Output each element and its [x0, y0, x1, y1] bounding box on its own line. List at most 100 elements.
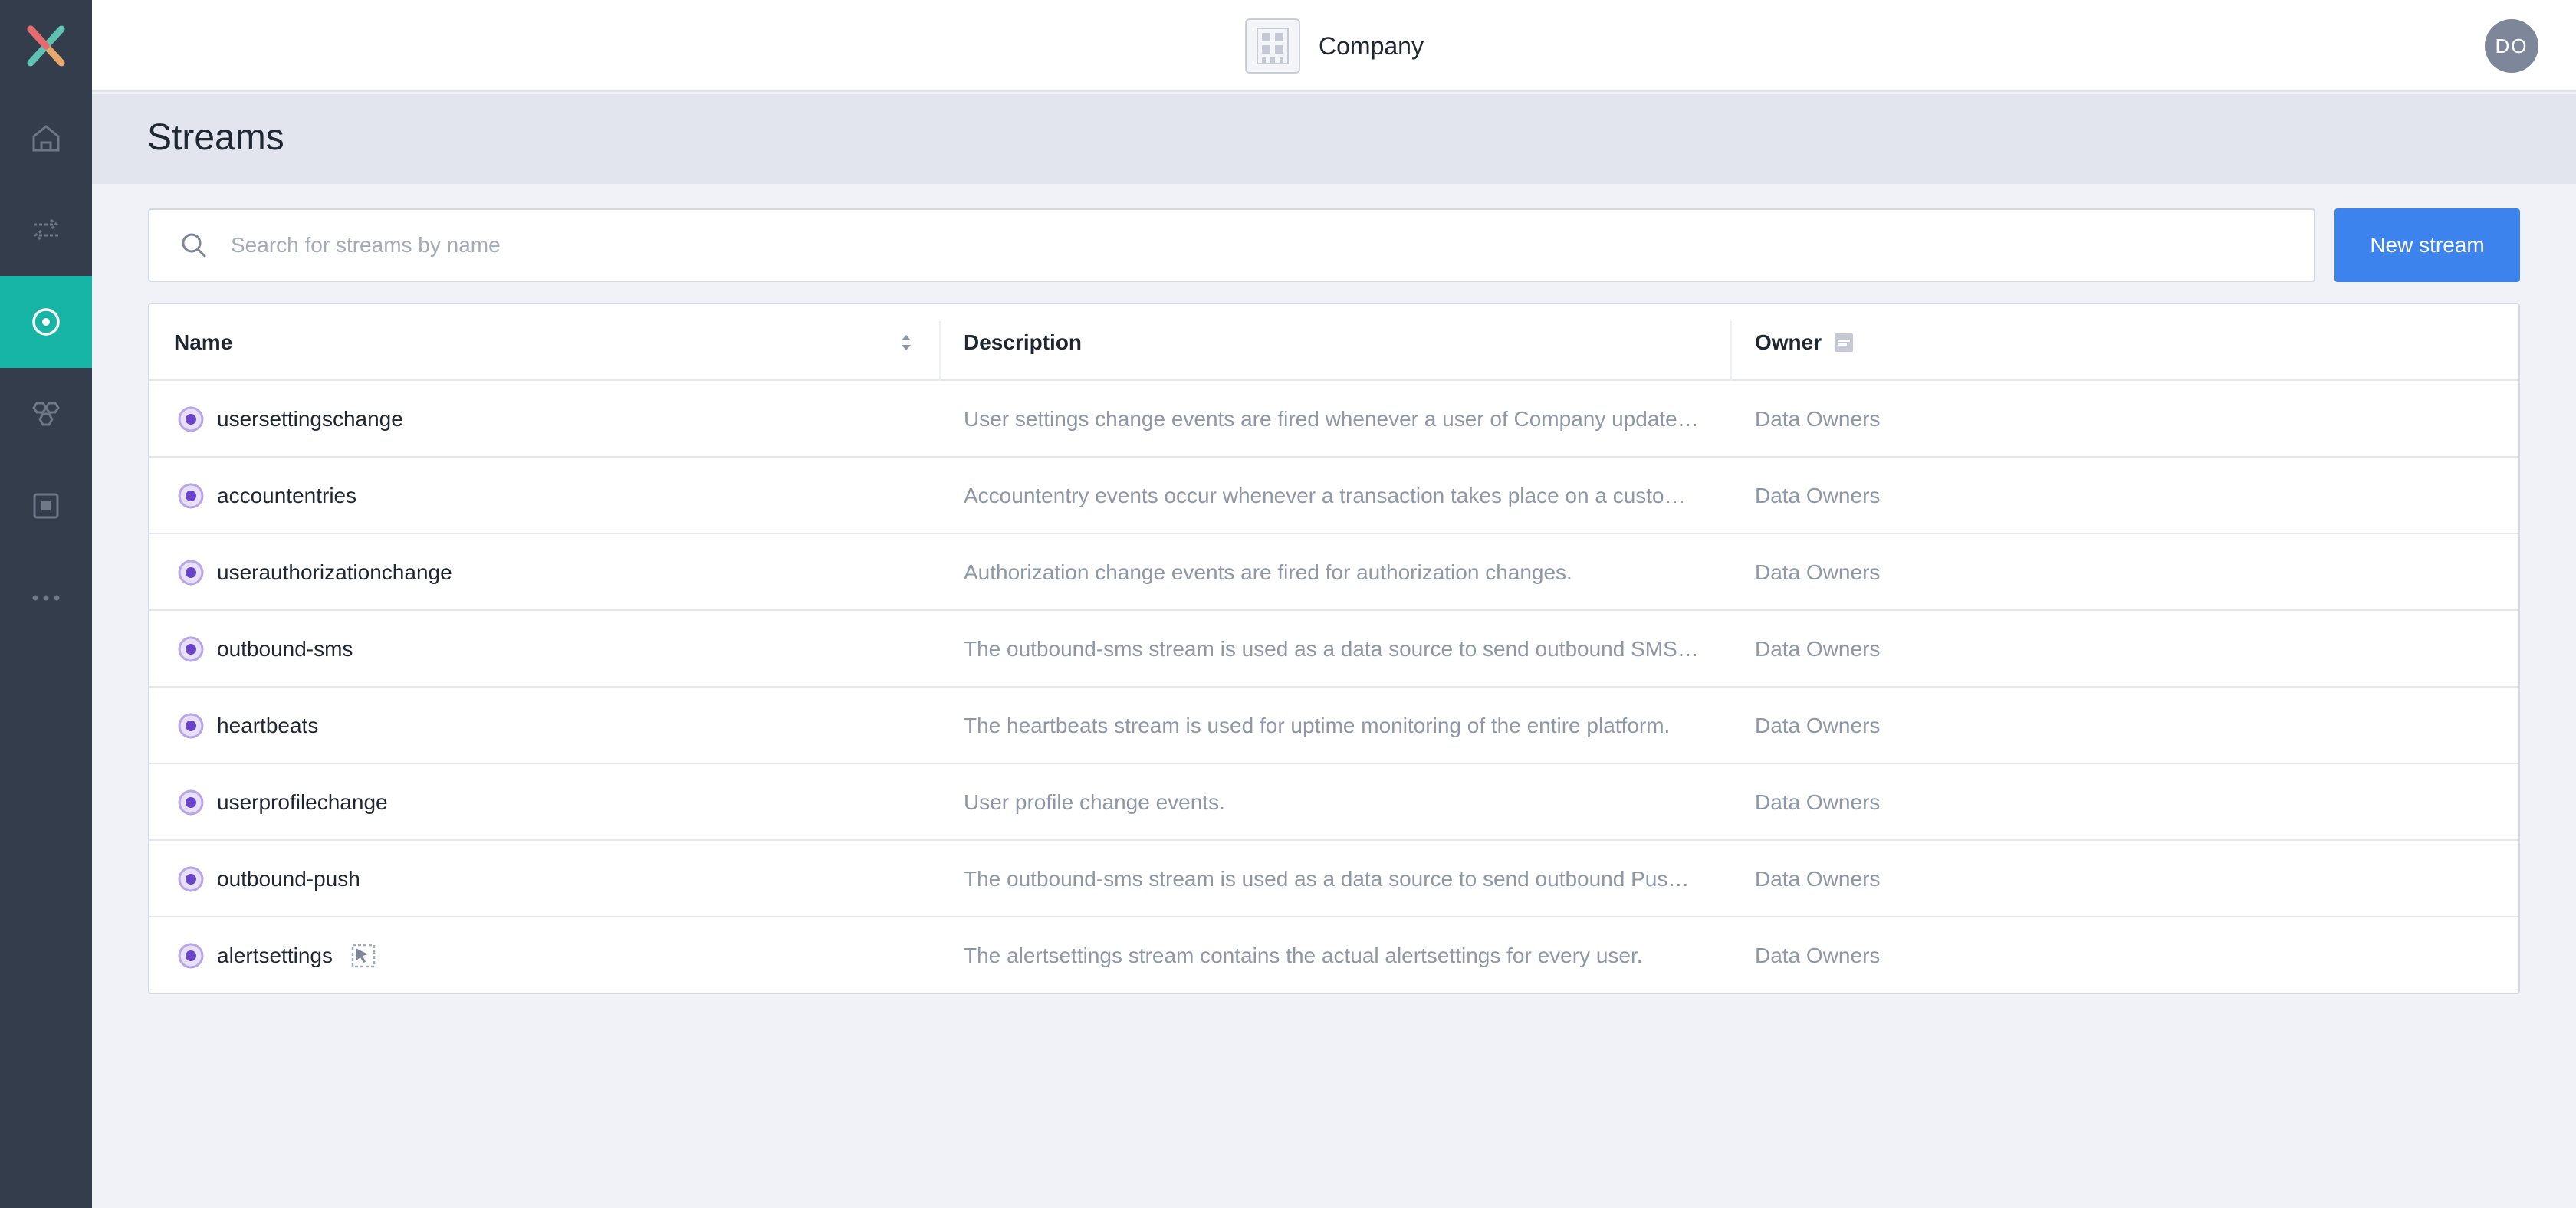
stream-description: User profile change events.: [964, 790, 1225, 814]
ellipsis-icon: [32, 595, 60, 601]
stream-description: Accountentry events occur whenever a tra…: [964, 484, 1700, 507]
cell-name: outbound-sms: [177, 611, 928, 688]
cell-name: userprofilechange: [177, 764, 928, 841]
cell-name: alertsettings: [177, 917, 928, 993]
stream-icon: [178, 713, 204, 739]
stream-owner: Data Owners: [1755, 867, 1881, 891]
new-stream-button[interactable]: New stream: [2334, 208, 2520, 282]
cell-description: The outbound-sms stream is used as a dat…: [964, 841, 1700, 917]
table-header: Name Description Owner: [150, 304, 2518, 381]
stream-description: User settings change events are fired wh…: [964, 407, 1700, 431]
cell-description: The outbound-sms stream is used as a dat…: [964, 611, 1700, 688]
column-header-name[interactable]: Name: [174, 304, 232, 381]
stream-name[interactable]: usersettingschange: [217, 407, 403, 432]
arrows-icon: [33, 218, 59, 241]
stream-name[interactable]: alertsettings: [217, 944, 333, 968]
table-row[interactable]: outbound-push The outbound-sms stream is…: [150, 841, 2518, 917]
stream-description: The heartbeats stream is used for uptime…: [964, 714, 1671, 737]
table-row[interactable]: userprofilechange User profile change ev…: [150, 764, 2518, 841]
cell-description: The alertsettings stream contains the ac…: [964, 917, 1700, 993]
stream-icon: [178, 483, 204, 509]
stream-description: The alertsettings stream contains the ac…: [964, 944, 1643, 967]
square-icon: [33, 493, 59, 519]
cell-name: heartbeats: [177, 688, 928, 764]
streams-table: Name Description Owner usersettingschang…: [148, 303, 2520, 994]
column-divider: [1730, 321, 1732, 381]
column-header-owner-label: Owner: [1755, 330, 1822, 354]
cell-owner: Data Owners: [1755, 688, 2215, 764]
cell-description: User settings change events are fired wh…: [964, 381, 1700, 458]
column-header-description-label: Description: [964, 330, 1083, 354]
column-divider: [939, 321, 941, 381]
stream-name[interactable]: heartbeats: [217, 714, 318, 738]
table-row[interactable]: accountentries Accountentry events occur…: [150, 458, 2518, 534]
nav-pipelines[interactable]: [0, 184, 92, 276]
cell-owner: Data Owners: [1755, 611, 2215, 688]
nav-streams[interactable]: [0, 276, 92, 368]
cell-owner: Data Owners: [1755, 764, 2215, 841]
stream-icon: [178, 406, 204, 432]
stream-owner: Data Owners: [1755, 484, 1881, 507]
company-name: Company: [1319, 31, 1424, 60]
hexagon-cluster-icon: [32, 402, 60, 426]
column-header-name-label: Name: [174, 330, 233, 354]
cell-description: User profile change events.: [964, 764, 1700, 841]
top-bar: Company DO: [92, 0, 2576, 92]
cell-name: usersettingschange: [177, 381, 928, 458]
stream-description: The outbound-sms stream is used as a dat…: [964, 867, 1700, 891]
stream-icon: [178, 560, 204, 586]
home-icon: [32, 125, 60, 152]
stream-name[interactable]: accountentries: [217, 484, 356, 508]
search-icon: [182, 233, 206, 258]
stream-owner: Data Owners: [1755, 560, 1881, 584]
building-icon: [1245, 18, 1300, 74]
stream-description: Authorization change events are fired fo…: [964, 560, 1572, 584]
cell-name: outbound-push: [177, 841, 928, 917]
stream-icon: [178, 789, 204, 816]
table-row[interactable]: alertsettings The alertsettings stream c…: [150, 917, 2518, 993]
cell-name: accountentries: [177, 458, 928, 534]
stream-icon: [178, 636, 204, 662]
owner-filter-icon[interactable]: [1834, 333, 1854, 353]
stream-name[interactable]: outbound-push: [217, 867, 360, 891]
stream-owner: Data Owners: [1755, 637, 1881, 661]
logo-icon: [27, 25, 65, 67]
column-header-owner: Owner: [1755, 304, 1854, 381]
stream-target-icon: [32, 308, 60, 336]
stream-owner: Data Owners: [1755, 944, 1881, 967]
table-row[interactable]: outbound-sms The outbound-sms stream is …: [150, 611, 2518, 688]
stream-name[interactable]: userauthorizationchange: [217, 560, 452, 585]
cell-description: Authorization change events are fired fo…: [964, 534, 1700, 611]
table-row[interactable]: usersettingschange User settings change …: [150, 381, 2518, 458]
nav-home[interactable]: [0, 92, 92, 184]
cell-owner: Data Owners: [1755, 841, 2215, 917]
page-header: Streams: [92, 94, 2576, 184]
cursor-select-icon[interactable]: [350, 942, 377, 970]
cell-owner: Data Owners: [1755, 458, 2215, 534]
cell-owner: Data Owners: [1755, 917, 2215, 993]
column-header-description: Description: [964, 304, 1082, 381]
stream-description: The outbound-sms stream is used as a dat…: [964, 637, 1700, 661]
nav-more[interactable]: [0, 552, 92, 644]
app-logo[interactable]: [0, 0, 92, 92]
stream-icon: [178, 943, 204, 969]
sort-icon[interactable]: [899, 330, 913, 355]
table-row[interactable]: heartbeats The heartbeats stream is used…: [150, 688, 2518, 764]
table-row[interactable]: userauthorizationchange Authorization ch…: [150, 534, 2518, 611]
stream-owner: Data Owners: [1755, 407, 1881, 431]
search-input[interactable]: [231, 233, 2224, 258]
stream-name[interactable]: userprofilechange: [217, 790, 388, 815]
stream-icon: [178, 866, 204, 892]
app-root: Company DO Streams New stream Name Descr…: [0, 0, 2576, 1208]
cell-description: The heartbeats stream is used for uptime…: [964, 688, 1700, 764]
company-switcher[interactable]: Company: [1245, 18, 1424, 74]
stream-name[interactable]: outbound-sms: [217, 637, 353, 661]
cell-name: userauthorizationchange: [177, 534, 928, 611]
nav-models[interactable]: [0, 368, 92, 460]
user-avatar[interactable]: DO: [2485, 19, 2538, 73]
page-title: Streams: [147, 117, 284, 158]
cell-owner: Data Owners: [1755, 534, 2215, 611]
stream-owner: Data Owners: [1755, 790, 1881, 814]
cell-owner: Data Owners: [1755, 381, 2215, 458]
nav-blocks[interactable]: [0, 460, 92, 552]
